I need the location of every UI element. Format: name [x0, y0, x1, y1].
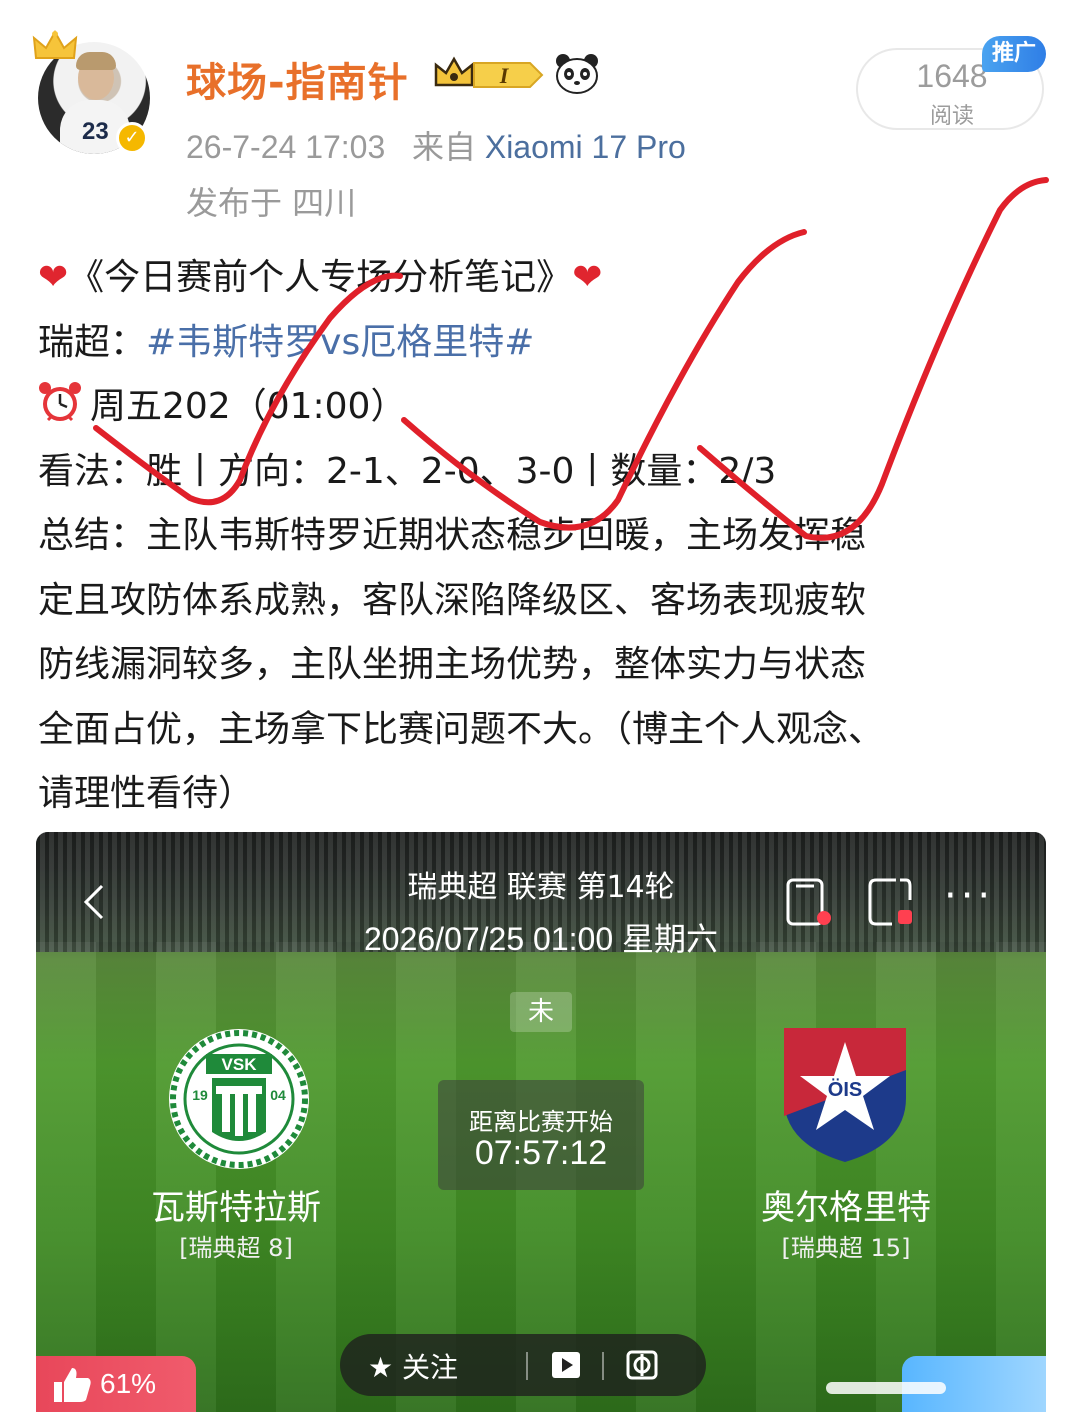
- play-icon[interactable]: [550, 1348, 582, 1382]
- author-avatar-block[interactable]: 23 ✓: [28, 30, 158, 160]
- post-summary-line-3: 防线漏洞较多，主队坐拥主场优势，整体实力与状态: [38, 644, 867, 685]
- post-league-line: 瑞超：#韦斯特罗vs厄格里特#: [38, 311, 1048, 376]
- post-league-prefix: 瑞超：: [38, 321, 147, 363]
- home-team-logo-year-left: 19: [192, 1087, 208, 1103]
- countdown-box: 距离比赛开始 07:57:12: [438, 1080, 644, 1190]
- phone-icon[interactable]: [784, 876, 834, 928]
- match-card[interactable]: 瑞典超 联赛 第14轮 2026/07/25 01:00 星期六 ··· 未 V…: [36, 832, 1046, 1412]
- post-timestamp: 26-7-24 17:03: [186, 129, 386, 165]
- like-percent: 61%: [100, 1368, 157, 1399]
- post-time-text: 周五202（01:00）: [90, 386, 407, 427]
- action-divider: [526, 1352, 528, 1380]
- switch-icon[interactable]: [626, 1348, 658, 1382]
- avatar-hair: [76, 52, 116, 70]
- author-username[interactable]: 球场-指南针: [186, 50, 409, 108]
- away-team-name[interactable]: 奥尔格里特: [716, 1180, 976, 1229]
- post-title: 《今日赛前个人专场分析笔记》: [68, 257, 573, 298]
- post-body: ❤《今日赛前个人专场分析笔记》❤ 瑞超：#韦斯特罗vs厄格里特# 周五202（0…: [38, 246, 1048, 827]
- level-badge-text: I: [499, 63, 510, 88]
- away-team-logo-text: ÖIS: [828, 1078, 862, 1101]
- match-status-badge: 未: [510, 992, 572, 1032]
- post-pick-line: 看法：胜丨方向：2-1、2-0、3-0丨数量：2/3: [38, 450, 777, 492]
- home-team-name[interactable]: 瓦斯特拉斯: [106, 1180, 366, 1229]
- post-source-prefix: 来自: [411, 129, 476, 165]
- follow-label: 关注: [402, 1351, 459, 1384]
- match-action-bar: ★ 关注: [340, 1334, 706, 1396]
- chip-handle: [826, 1382, 946, 1394]
- post-meta: 26-7-24 17:03 来自 Xiaomi 17 Pro: [186, 122, 686, 168]
- post-device[interactable]: Xiaomi 17 Pro: [485, 129, 686, 165]
- post-summary-line-4: 全面占优，主场拿下比赛问题不大。（博主个人观念、: [38, 708, 885, 750]
- countdown-label: 距离比赛开始: [469, 1108, 613, 1136]
- follow-button[interactable]: ★ 关注: [368, 1346, 458, 1386]
- verified-icon: ✓: [116, 122, 148, 154]
- countdown-time: 07:57:12: [474, 1134, 608, 1172]
- alarm-clock-icon: [39, 382, 81, 422]
- match-hashtag-link[interactable]: #韦斯特罗vs厄格里特#: [146, 322, 534, 363]
- post-title-line: ❤《今日赛前个人专场分析笔记》❤: [38, 246, 1048, 311]
- heart-icon: ❤: [572, 257, 603, 298]
- read-label: 阅读: [929, 104, 974, 129]
- like-chip[interactable]: 61%: [36, 1356, 196, 1412]
- more-icon[interactable]: ···: [944, 876, 994, 916]
- promo-badge: 推广: [982, 36, 1046, 72]
- away-team-logo: ÖIS: [784, 1028, 906, 1162]
- home-team-rank: [瑞典超 8]: [179, 1234, 293, 1262]
- post-summary-line-1: 总结：主队韦斯特罗近期状态稳步回暖，主场发挥稳: [38, 515, 867, 556]
- star-icon: ★: [368, 1351, 394, 1384]
- panda-icon: [556, 54, 598, 94]
- crown-icon: [32, 30, 78, 59]
- action-divider: [602, 1352, 604, 1380]
- thumbs-up-icon: [54, 1368, 91, 1402]
- home-team-logo: VSK 19 04: [169, 1029, 309, 1169]
- blue-action-chip[interactable]: [826, 1356, 1046, 1412]
- avatar-jersey-number: 23: [82, 118, 109, 145]
- level-badge-icon: I: [434, 56, 544, 88]
- post-summary-line-2: 定且攻防体系成熟，客队深陷降级区、客场表现疲软: [38, 579, 867, 621]
- screen-record-icon[interactable]: [866, 876, 916, 928]
- home-team-logo-year-right: 04: [270, 1087, 286, 1103]
- away-team-rank: [瑞典超 15]: [781, 1234, 911, 1262]
- heart-icon: ❤: [38, 257, 69, 298]
- post-time-line: 周五202（01:00）: [38, 375, 1048, 440]
- post-summary-line-5: 请理性看待）: [38, 773, 255, 814]
- home-team-logo-text: VSK: [222, 1055, 258, 1074]
- post-location: 发布于 四川: [186, 184, 357, 222]
